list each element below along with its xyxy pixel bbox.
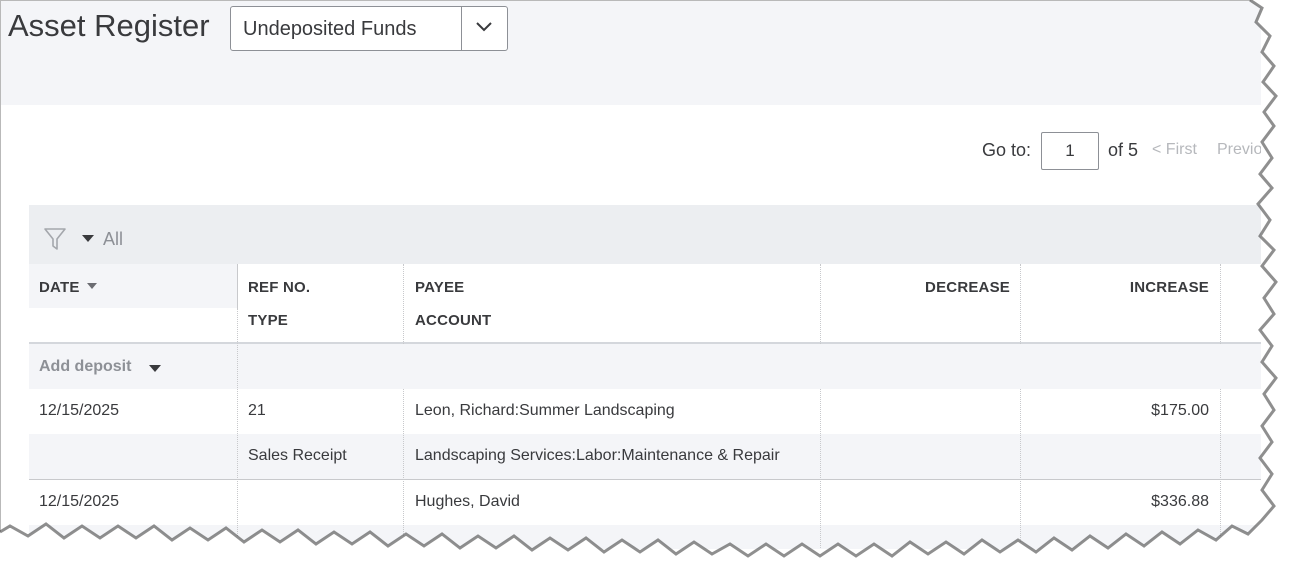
torn-edge-decoration (0, 0, 1296, 567)
